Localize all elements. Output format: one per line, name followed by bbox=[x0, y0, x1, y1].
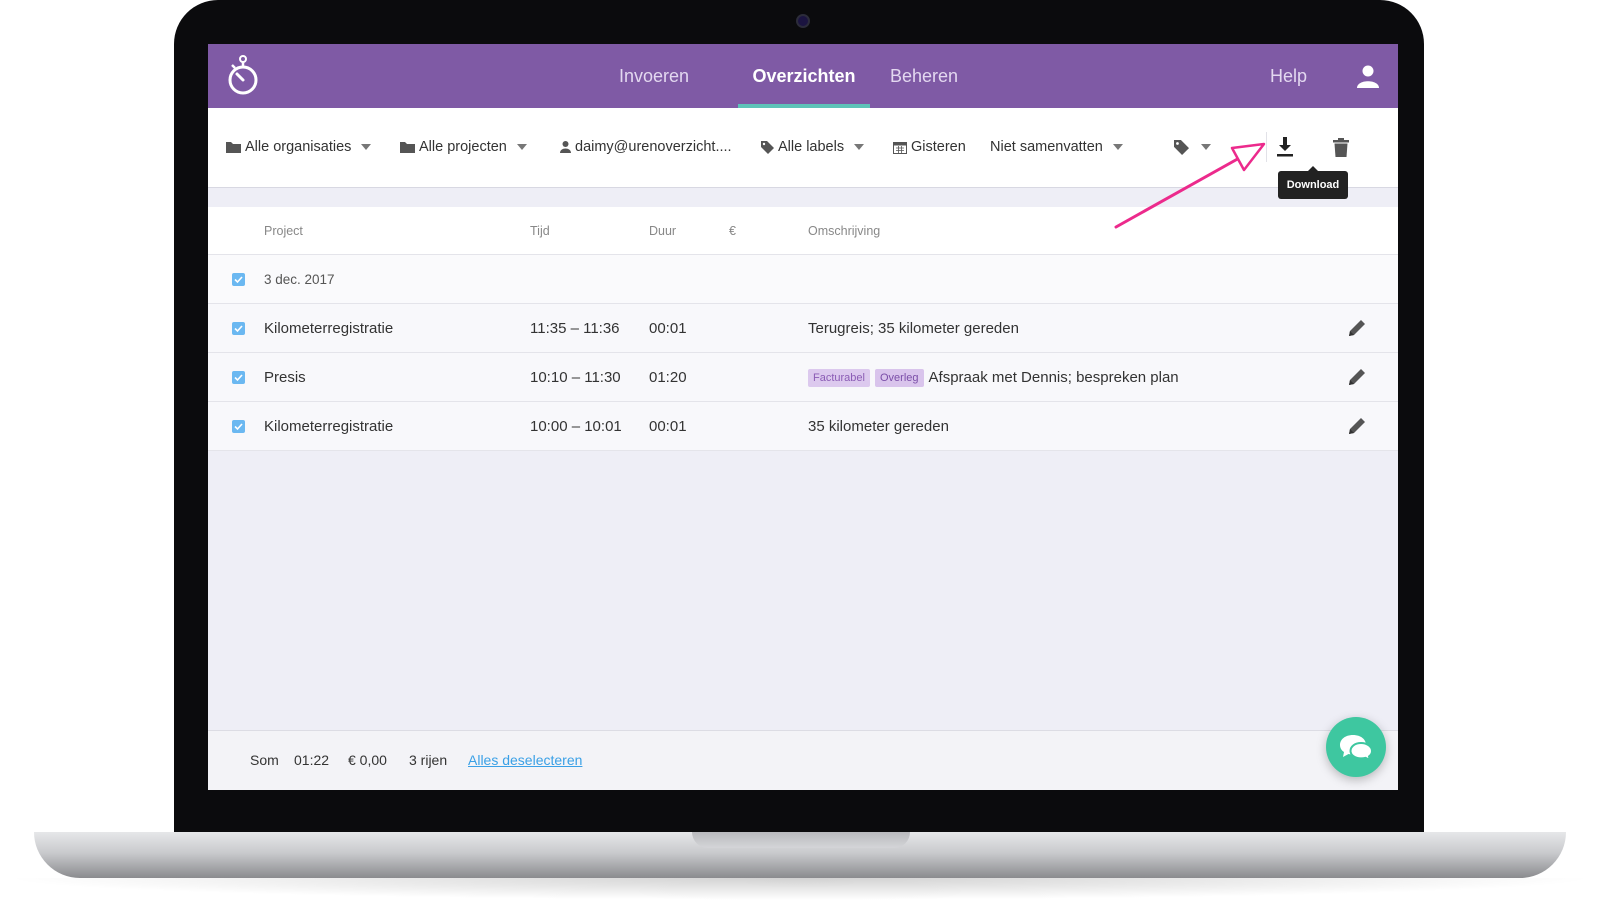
row-duration: 00:01 bbox=[649, 418, 687, 435]
help-link[interactable]: Help bbox=[1270, 44, 1307, 108]
laptop-camera bbox=[796, 14, 810, 28]
app-screen: Invoeren Overzichten Beheren Help Alle o… bbox=[208, 44, 1398, 790]
summary-footer: Som 01:22 € 0,00 3 rijen Alles deselecte… bbox=[208, 730, 1398, 790]
table-row[interactable]: Kilometerregistratie 10:00 – 10:01 00:01… bbox=[208, 402, 1398, 451]
row-project: Kilometerregistratie bbox=[264, 320, 394, 337]
filter-bar: Alle organisaties Alle projecten daimy@u… bbox=[208, 108, 1398, 188]
row-description: 35 kilometer gereden bbox=[808, 418, 949, 435]
column-project[interactable]: Project bbox=[264, 224, 303, 238]
row-checkbox[interactable] bbox=[232, 322, 245, 335]
organisation-filter[interactable]: Alle organisaties bbox=[226, 135, 372, 159]
sum-amount: € 0,00 bbox=[348, 752, 387, 768]
sum-label: Som bbox=[250, 752, 279, 768]
row-description-cell: Facturabel Overleg Afspraak met Dennis; be… bbox=[808, 369, 1179, 387]
organisation-filter-label: Alle organisaties bbox=[245, 139, 352, 155]
project-filter-label: Alle projecten bbox=[419, 139, 507, 155]
column-description[interactable]: Omschrijving bbox=[808, 224, 880, 238]
summary-filter[interactable]: Niet samenvatten bbox=[990, 135, 1123, 159]
caret-down-icon bbox=[1112, 144, 1123, 150]
project-filter[interactable]: Alle projecten bbox=[400, 135, 527, 159]
user-small-icon bbox=[560, 141, 571, 153]
user-icon[interactable] bbox=[1356, 64, 1380, 88]
row-time: 10:10 – 11:30 bbox=[530, 369, 621, 386]
tag-icon bbox=[1174, 139, 1189, 155]
download-button[interactable] bbox=[1272, 132, 1298, 162]
date-group-label: 3 dec. 2017 bbox=[264, 272, 335, 287]
summary-filter-label: Niet samenvatten bbox=[990, 139, 1103, 155]
row-checkbox[interactable] bbox=[232, 371, 245, 384]
column-duration[interactable]: Duur bbox=[649, 224, 676, 238]
row-project: Kilometerregistratie bbox=[264, 418, 394, 435]
row-checkbox[interactable] bbox=[232, 420, 245, 433]
tag-icon bbox=[761, 140, 774, 154]
date-filter[interactable]: Gisteren bbox=[893, 135, 966, 159]
stopwatch-logo-icon[interactable] bbox=[226, 54, 260, 96]
tab-beheren[interactable]: Beheren bbox=[882, 44, 966, 108]
caret-down-icon bbox=[361, 144, 372, 150]
tab-overzichten[interactable]: Overzichten bbox=[730, 44, 878, 108]
label-badge[interactable]: Facturabel bbox=[808, 369, 870, 387]
table-row[interactable]: Presis 10:10 – 11:30 01:20 Facturabel Ove… bbox=[208, 353, 1398, 402]
column-time[interactable]: Tijd bbox=[530, 224, 550, 238]
user-filter-label: daimy@urenoverzicht.... bbox=[575, 139, 732, 155]
label-badge[interactable]: Overleg bbox=[874, 369, 924, 387]
deselect-all-link[interactable]: Alles deselecteren bbox=[468, 752, 582, 768]
edit-pencil-icon[interactable] bbox=[1346, 415, 1368, 437]
laptop-shadow bbox=[0, 878, 1600, 900]
label-filter[interactable]: Alle labels bbox=[761, 135, 865, 159]
chat-bubbles-icon bbox=[1340, 735, 1373, 761]
row-description: Terugreis; 35 kilometer gereden bbox=[808, 320, 1019, 337]
row-duration: 00:01 bbox=[649, 320, 687, 337]
trash-icon bbox=[1333, 137, 1349, 157]
column-amount[interactable]: € bbox=[729, 224, 736, 238]
row-time: 10:00 – 10:01 bbox=[530, 418, 622, 435]
caret-down-icon bbox=[854, 144, 865, 150]
date-group-checkbox[interactable] bbox=[232, 273, 245, 286]
row-time: 11:35 – 11:36 bbox=[530, 320, 620, 337]
time-entries-table: Project Tijd Duur € Omschrijving 3 dec. … bbox=[208, 207, 1398, 451]
row-count: 3 rijen bbox=[409, 752, 448, 768]
laptop-base-notch bbox=[692, 832, 910, 848]
toolbar-separator bbox=[1266, 132, 1267, 162]
download-tooltip: Download bbox=[1278, 166, 1348, 199]
top-navigation: Invoeren Overzichten Beheren Help bbox=[208, 44, 1398, 108]
download-icon bbox=[1277, 137, 1293, 157]
sum-duration: 01:22 bbox=[294, 752, 330, 768]
chat-button[interactable] bbox=[1326, 717, 1386, 777]
row-description: Afspraak met Dennis; bespreken plan bbox=[928, 369, 1179, 386]
edit-pencil-icon[interactable] bbox=[1346, 366, 1368, 388]
tag-action-dropdown[interactable] bbox=[1174, 135, 1211, 159]
row-project: Presis bbox=[264, 369, 306, 386]
folder-icon bbox=[226, 141, 241, 153]
calendar-icon bbox=[893, 141, 907, 154]
label-filter-label: Alle labels bbox=[778, 139, 845, 155]
caret-down-icon bbox=[1201, 144, 1211, 150]
folder-icon bbox=[400, 141, 415, 153]
table-header: Project Tijd Duur € Omschrijving bbox=[208, 207, 1398, 255]
edit-pencil-icon[interactable] bbox=[1346, 317, 1368, 339]
date-filter-label: Gisteren bbox=[911, 139, 966, 155]
tab-invoeren[interactable]: Invoeren bbox=[608, 44, 700, 108]
caret-down-icon bbox=[516, 144, 527, 150]
user-filter[interactable]: daimy@urenoverzicht.... bbox=[560, 135, 732, 159]
table-row[interactable]: Kilometerregistratie 11:35 – 11:36 00:01… bbox=[208, 304, 1398, 353]
date-group-row: 3 dec. 2017 bbox=[208, 255, 1398, 304]
row-duration: 01:20 bbox=[649, 369, 687, 386]
delete-button[interactable] bbox=[1328, 132, 1354, 162]
